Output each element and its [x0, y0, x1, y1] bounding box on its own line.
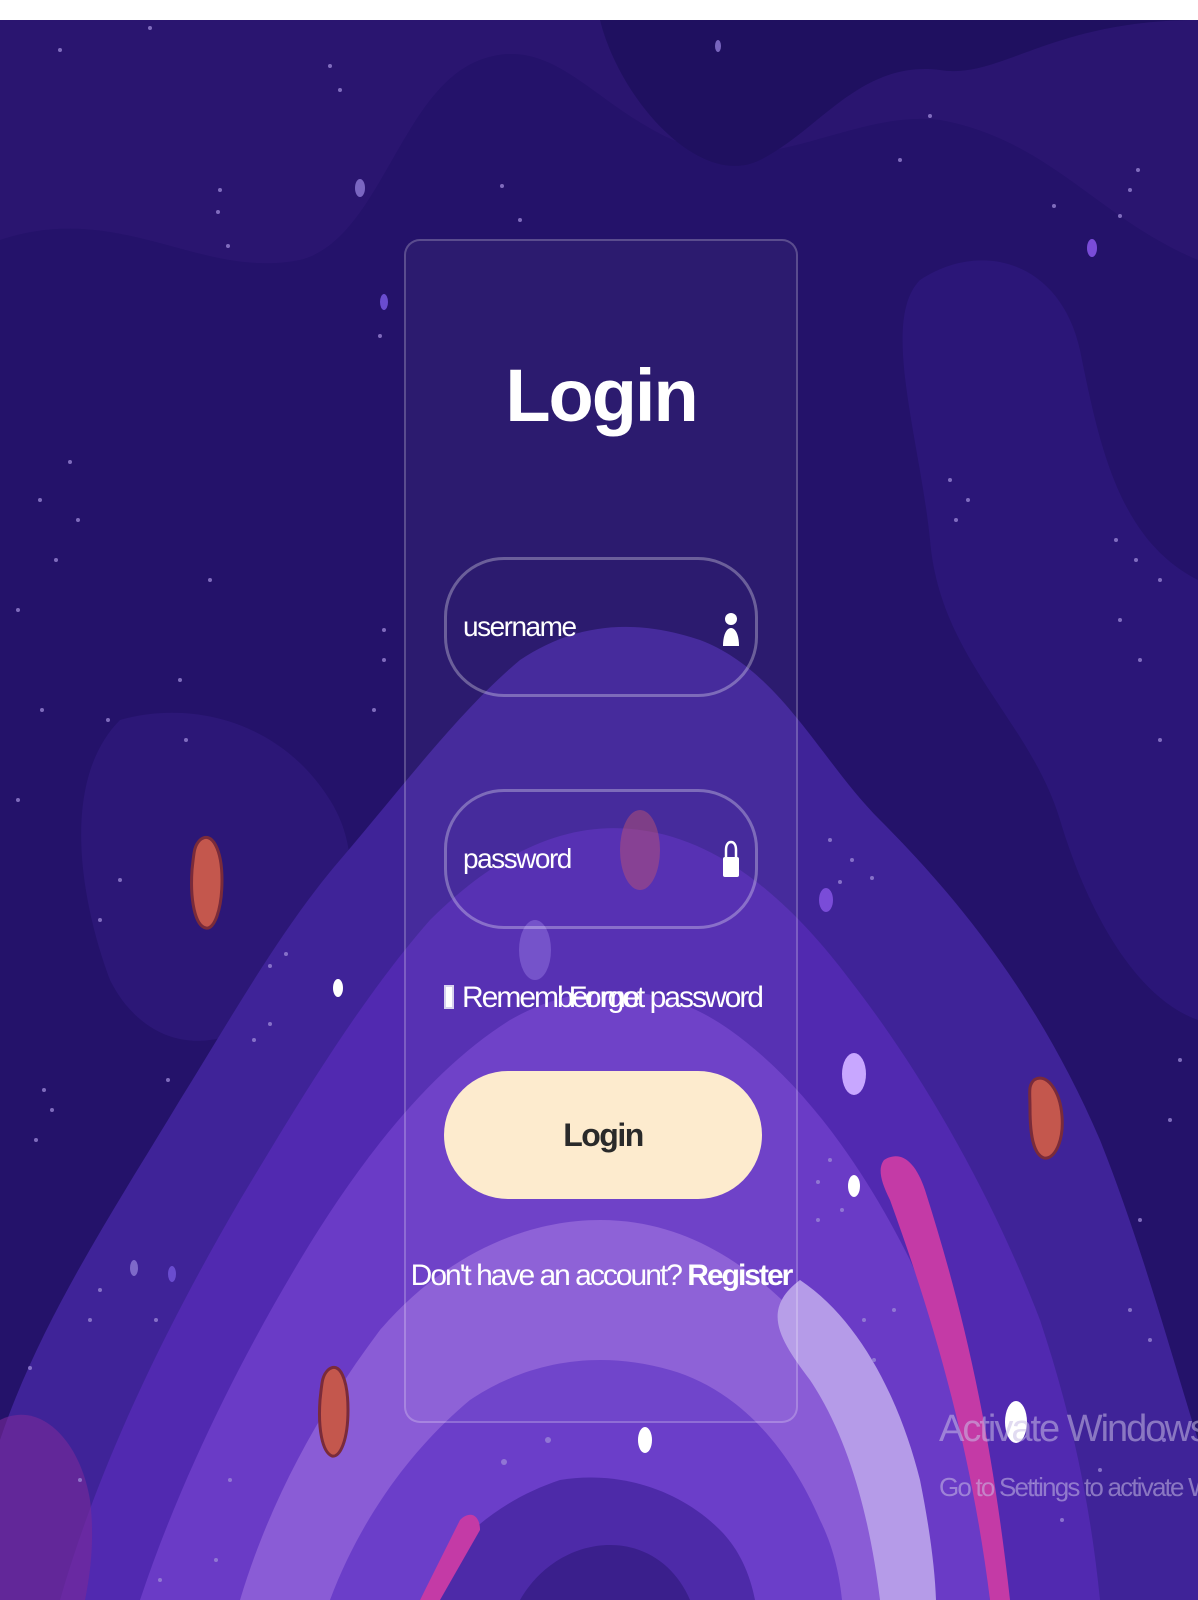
login-title: Login [505, 354, 698, 437]
user-icon [723, 613, 739, 646]
register-prompt: Don't have an account? [410, 1259, 683, 1292]
lock-icon [723, 840, 739, 877]
password-field[interactable] [444, 789, 758, 929]
background-scene: Login Remember me Forgot password [0, 20, 1198, 1600]
login-card: Login Remember me Forgot password [404, 239, 798, 1423]
username-field[interactable] [444, 557, 758, 697]
remember-checkbox[interactable] [444, 985, 454, 1009]
forgot-password-link[interactable]: Forgot password [569, 981, 764, 1015]
remember-row: Remember me Forgot password [444, 979, 764, 1019]
password-input[interactable] [463, 792, 703, 926]
register-row: Don't have an account? Register [406, 1259, 796, 1293]
login-button[interactable]: Login [444, 1071, 762, 1199]
register-link[interactable]: Register [687, 1259, 793, 1292]
page: Login Remember me Forgot password [0, 0, 1198, 1600]
username-input[interactable] [463, 560, 703, 694]
